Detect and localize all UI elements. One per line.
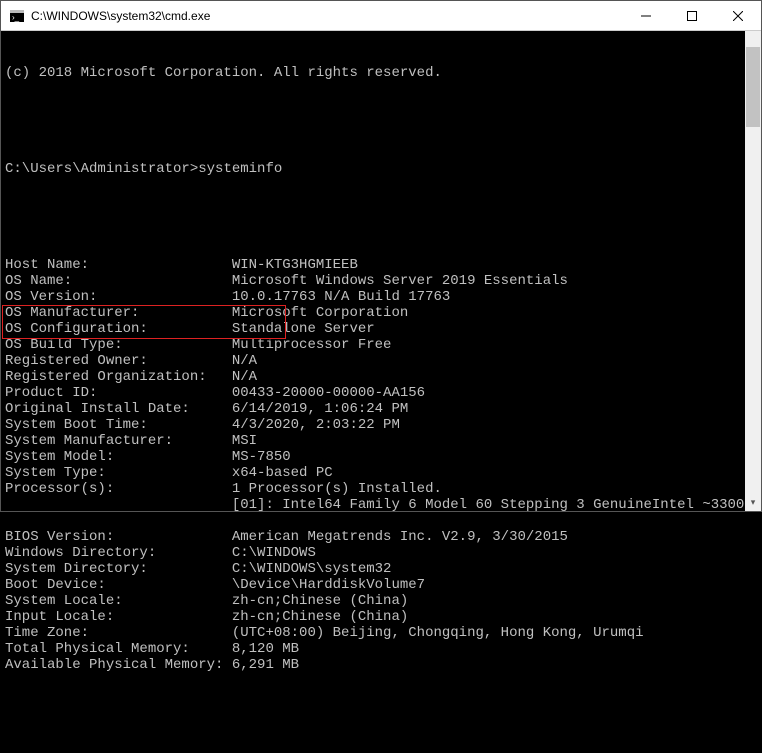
info-row: Time Zone: (UTC+08:00) Beijing, Chongqin… bbox=[5, 625, 757, 641]
prompt-text: C:\Users\Administrator> bbox=[5, 161, 198, 177]
info-row: Original Install Date: 6/14/2019, 1:06:2… bbox=[5, 401, 757, 417]
info-row: BIOS Version: American Megatrends Inc. V… bbox=[5, 529, 757, 545]
info-row: System Type: x64-based PC bbox=[5, 465, 757, 481]
systeminfo-output: Host Name: WIN-KTG3HGMIEEBOS Name: Micro… bbox=[5, 257, 757, 673]
vertical-scrollbar[interactable]: ▴ ▾ bbox=[745, 31, 761, 511]
prompt-line: C:\Users\Administrator>systeminfo bbox=[5, 161, 757, 177]
info-row: Boot Device: \Device\HarddiskVolume7 bbox=[5, 577, 757, 593]
info-row: System Directory: C:\WINDOWS\system32 bbox=[5, 561, 757, 577]
info-row: Total Physical Memory: 8,120 MB bbox=[5, 641, 757, 657]
info-row: System Locale: zh-cn;Chinese (China) bbox=[5, 593, 757, 609]
info-row: Product ID: 00433-20000-00000-AA156 bbox=[5, 385, 757, 401]
svg-text:›_: ›_ bbox=[12, 13, 20, 22]
blank-line bbox=[5, 209, 757, 225]
terminal-output[interactable]: (c) 2018 Microsoft Corporation. All righ… bbox=[1, 31, 761, 511]
info-row: OS Configuration: Standalone Server bbox=[5, 321, 757, 337]
scrollbar-track[interactable] bbox=[745, 47, 761, 495]
info-row: System Manufacturer: MSI bbox=[5, 433, 757, 449]
info-row bbox=[5, 513, 757, 529]
info-row: Host Name: WIN-KTG3HGMIEEB bbox=[5, 257, 757, 273]
command-text: systeminfo bbox=[198, 161, 282, 177]
maximize-button[interactable] bbox=[669, 1, 715, 31]
info-row: Input Locale: zh-cn;Chinese (China) bbox=[5, 609, 757, 625]
info-row: OS Version: 10.0.17763 N/A Build 17763 bbox=[5, 289, 757, 305]
window-titlebar: ›_ C:\WINDOWS\system32\cmd.exe bbox=[1, 1, 761, 31]
info-row: System Model: MS-7850 bbox=[5, 449, 757, 465]
info-row: OS Manufacturer: Microsoft Corporation bbox=[5, 305, 757, 321]
info-row: Processor(s): 1 Processor(s) Installed. bbox=[5, 481, 757, 497]
info-row: [01]: Intel64 Family 6 Model 60 Stepping… bbox=[5, 497, 757, 513]
minimize-button[interactable] bbox=[623, 1, 669, 31]
info-row: OS Name: Microsoft Windows Server 2019 E… bbox=[5, 273, 757, 289]
info-row: Registered Organization: N/A bbox=[5, 369, 757, 385]
cmd-icon: ›_ bbox=[9, 8, 25, 24]
info-row: OS Build Type: Multiprocessor Free bbox=[5, 337, 757, 353]
copyright-line: (c) 2018 Microsoft Corporation. All righ… bbox=[5, 65, 757, 81]
scrollbar-down-arrow[interactable]: ▾ bbox=[745, 495, 761, 511]
info-row: Available Physical Memory: 6,291 MB bbox=[5, 657, 757, 673]
close-button[interactable] bbox=[715, 1, 761, 31]
blank-line bbox=[5, 113, 757, 129]
info-row: Registered Owner: N/A bbox=[5, 353, 757, 369]
info-row: System Boot Time: 4/3/2020, 2:03:22 PM bbox=[5, 417, 757, 433]
scrollbar-thumb[interactable] bbox=[746, 47, 760, 127]
info-row: Windows Directory: C:\WINDOWS bbox=[5, 545, 757, 561]
window-title: C:\WINDOWS\system32\cmd.exe bbox=[31, 9, 210, 23]
